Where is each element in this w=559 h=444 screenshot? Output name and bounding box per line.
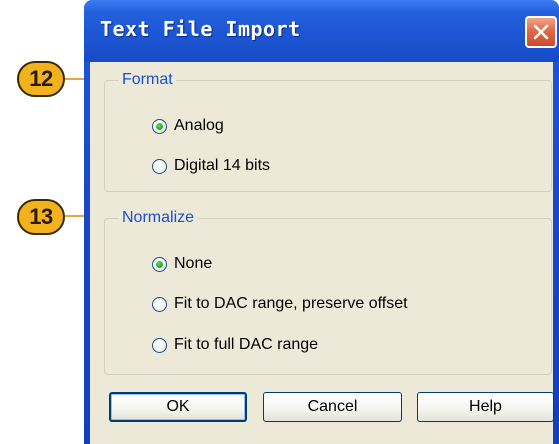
radio-analog[interactable]: Analog — [152, 115, 224, 137]
radio-digital-14-bits-label[interactable]: Digital 14 bits — [174, 157, 270, 175]
radio-digital-14-bits-button[interactable] — [152, 158, 167, 174]
radio-fit-full-dac[interactable]: Fit to full DAC range — [152, 334, 318, 356]
format-group-title: Format — [119, 70, 176, 90]
callout-normalize: 13 — [17, 199, 65, 235]
close-button[interactable] — [525, 16, 557, 48]
page: 12 13 Text File Import Format Analog Dig… — [0, 0, 559, 444]
text-file-import-dialog: Text File Import Format Analog Digital 1… — [84, 0, 559, 444]
radio-fit-full-dac-button[interactable] — [152, 337, 167, 353]
ok-button[interactable]: OK — [109, 392, 247, 422]
format-group: Format Analog Digital 14 bits — [104, 70, 552, 192]
radio-fit-dac-preserve-offset-label[interactable]: Fit to DAC range, preserve offset — [174, 295, 408, 313]
radio-none-label[interactable]: None — [174, 255, 212, 273]
cancel-button[interactable]: Cancel — [263, 392, 402, 422]
dialog-body: Format Analog Digital 14 bits Normalize … — [90, 62, 554, 444]
close-icon — [533, 24, 549, 40]
radio-digital-14-bits[interactable]: Digital 14 bits — [152, 155, 270, 177]
radio-none-button[interactable] — [152, 256, 167, 272]
radio-analog-label[interactable]: Analog — [174, 117, 224, 135]
radio-analog-button[interactable] — [152, 118, 167, 134]
help-button[interactable]: Help — [417, 392, 554, 422]
radio-fit-dac-preserve-offset-button[interactable] — [152, 296, 167, 312]
normalize-group-title: Normalize — [119, 208, 198, 228]
radio-fit-full-dac-label[interactable]: Fit to full DAC range — [174, 336, 318, 354]
normalize-group: Normalize None Fit to DAC range, preserv… — [104, 208, 552, 375]
callout-format: 12 — [17, 61, 65, 97]
radio-fit-dac-preserve-offset[interactable]: Fit to DAC range, preserve offset — [152, 293, 408, 315]
title-bar[interactable]: Text File Import — [84, 0, 559, 62]
radio-none[interactable]: None — [152, 253, 212, 275]
dialog-title: Text File Import — [100, 17, 301, 41]
